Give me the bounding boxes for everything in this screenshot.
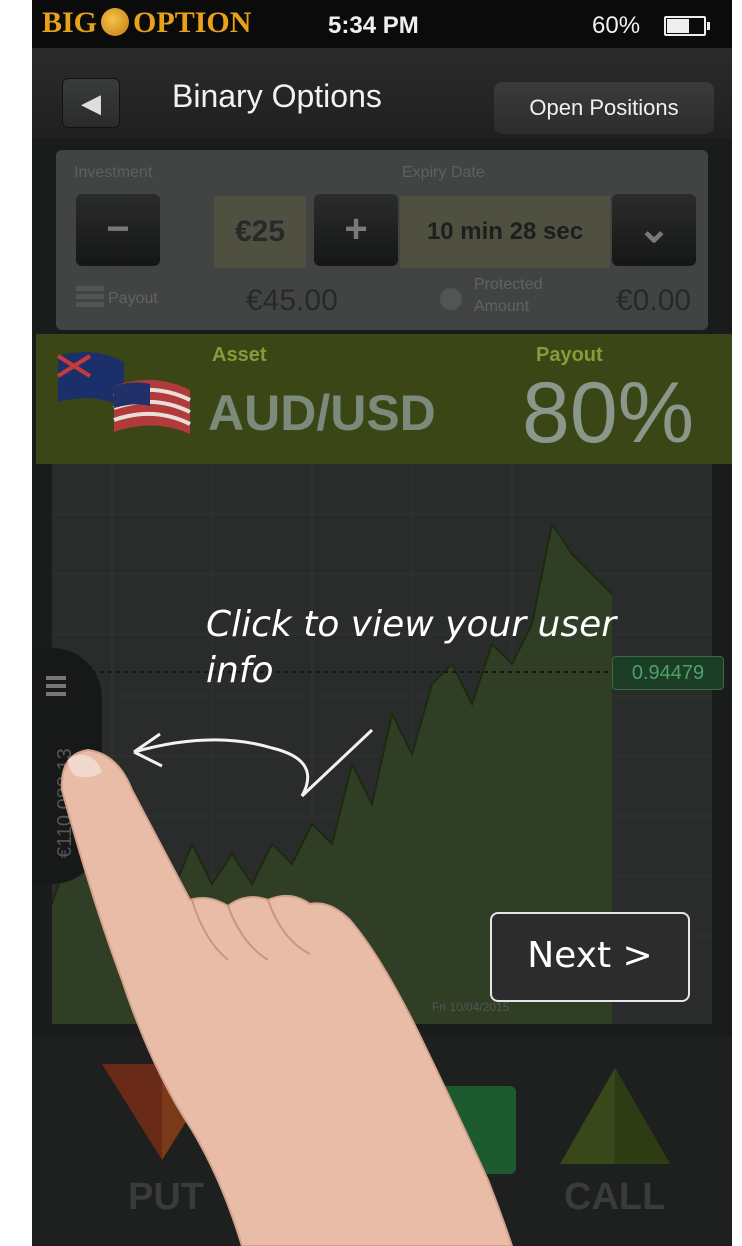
- pointing-hand-image: [60, 748, 514, 1246]
- app-screen: BIG OPTION 5:34 PM 60% ◀ Binary Options O…: [32, 0, 732, 1246]
